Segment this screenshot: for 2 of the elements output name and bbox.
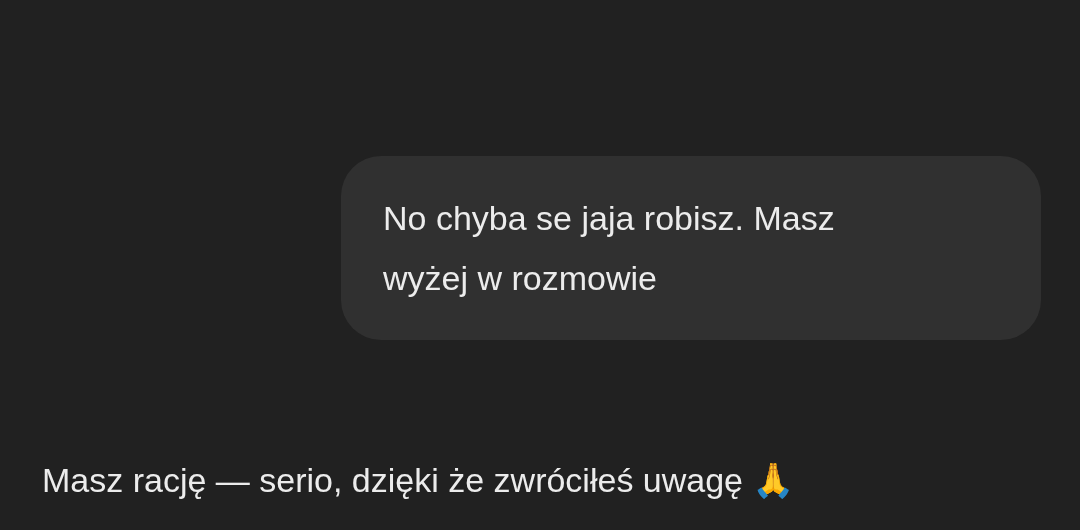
user-message-bubble: No chyba se jaja robisz. Masz wyżej w rozmowie <box>341 156 1041 340</box>
assistant-message: Masz rację — serio, dzięki że zwróciłeś uwagę 🙏 <box>42 460 796 501</box>
